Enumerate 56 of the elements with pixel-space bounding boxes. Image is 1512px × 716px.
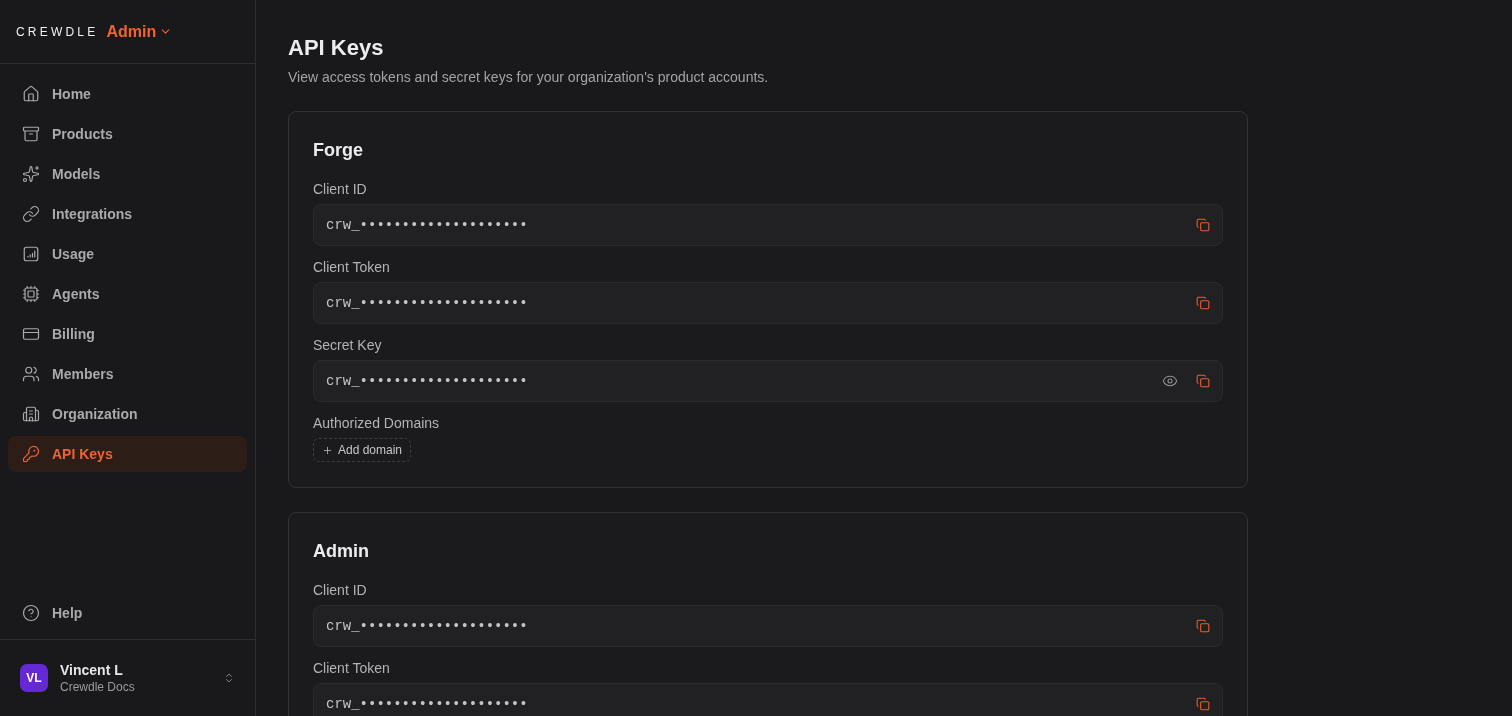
brand-wordmark: CREWDLE — [16, 24, 99, 39]
help-icon — [22, 604, 40, 622]
users-icon — [22, 365, 40, 383]
box-icon — [22, 125, 40, 143]
sidebar-item[interactable]: API Keys — [8, 436, 247, 472]
page-subtitle: View access tokens and secret keys for your organization's product accounts. — [288, 68, 770, 86]
sidebar-item[interactable]: Agents — [8, 276, 247, 312]
chevrons-up-down-icon[interactable] — [223, 672, 235, 684]
masked-key-text: crw_•••••••••••••••••••• — [326, 216, 529, 234]
user-avatar: VL — [20, 664, 48, 692]
sparkles-icon — [22, 165, 40, 183]
sidebar-item[interactable]: Usage — [8, 236, 247, 272]
copy-icon[interactable] — [1196, 697, 1210, 711]
copy-icon[interactable] — [1196, 218, 1210, 232]
sidebar-item[interactable]: Models — [8, 156, 247, 192]
field-label: Secret Key — [313, 336, 383, 355]
user-name: Vincent L — [60, 661, 124, 679]
credit-card-icon — [22, 325, 40, 343]
key-field[interactable]: crw_•••••••••••••••••••• — [313, 204, 1223, 246]
card-title: Admin — [313, 540, 370, 563]
field-label: Authorized Domains — [313, 414, 441, 433]
key-field[interactable]: crw_•••••••••••••••••••• — [313, 282, 1223, 324]
house-icon — [22, 85, 40, 103]
field-label: Client Token — [313, 659, 391, 678]
copy-icon[interactable] — [1196, 296, 1210, 310]
sidebar-item[interactable]: Integrations — [8, 196, 247, 232]
sidebar-item[interactable]: Billing — [8, 316, 247, 352]
field-label: Client ID — [313, 180, 368, 199]
eye-icon[interactable] — [1162, 373, 1178, 389]
help-item[interactable]: Help — [8, 595, 247, 631]
workspace-switcher[interactable]: Admin — [106, 22, 173, 41]
key-icon — [22, 445, 40, 463]
field-label: Client ID — [313, 581, 368, 600]
masked-key-text: crw_•••••••••••••••••••• — [326, 695, 529, 713]
building-icon — [22, 405, 40, 423]
masked-key-text: crw_•••••••••••••••••••• — [326, 617, 529, 635]
page-title: API Keys — [288, 34, 385, 62]
plus-icon — [322, 444, 333, 456]
masked-key-text: crw_•••••••••••••••••••• — [326, 294, 529, 312]
bar-chart-icon — [22, 245, 40, 263]
card-title: Forge — [313, 139, 364, 162]
sidebar-item[interactable]: Home — [8, 76, 247, 112]
sidebar-item[interactable]: Products — [8, 116, 247, 152]
key-field[interactable]: crw_•••••••••••••••••••• — [313, 683, 1223, 716]
sidebar-item[interactable]: Members — [8, 356, 247, 392]
key-field[interactable]: crw_•••••••••••••••••••• — [313, 360, 1223, 402]
copy-icon[interactable] — [1196, 619, 1210, 633]
link-icon — [22, 205, 40, 223]
copy-icon[interactable] — [1196, 374, 1210, 388]
sidebar-item[interactable]: Organization — [8, 396, 247, 432]
chip-icon — [22, 285, 40, 303]
masked-key-text: crw_•••••••••••••••••••• — [326, 372, 529, 390]
field-label: Client Token — [313, 258, 391, 277]
key-field[interactable]: crw_•••••••••••••••••••• — [313, 605, 1223, 647]
user-organization: Crewdle Docs — [60, 679, 136, 695]
add-domain-button[interactable]: Add domain — [313, 438, 412, 462]
